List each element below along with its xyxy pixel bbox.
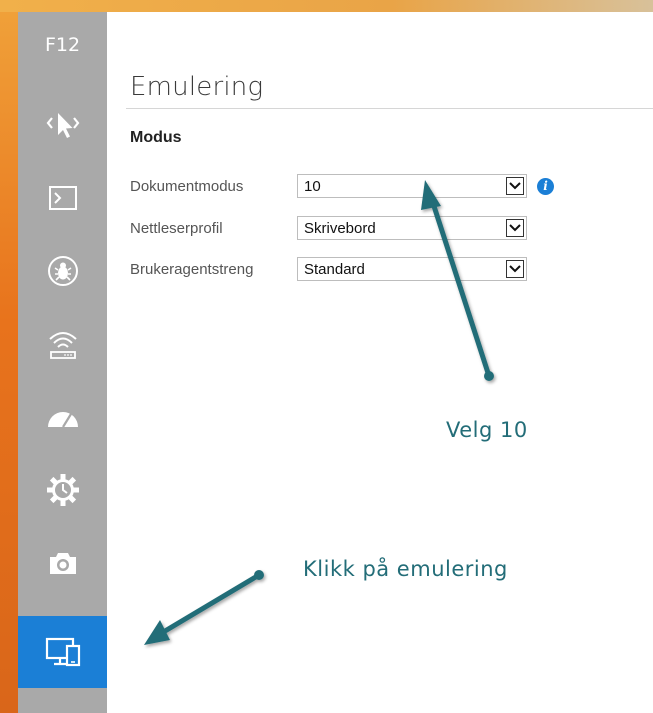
- arrow-to-emulation-tool: [144, 570, 264, 645]
- annotation-overlay: [144, 180, 494, 645]
- hint-click-emulation: Klikk på emulering: [303, 557, 508, 581]
- hint-select-10: Velg 10: [446, 418, 528, 442]
- arrow-to-document-mode: [421, 180, 494, 381]
